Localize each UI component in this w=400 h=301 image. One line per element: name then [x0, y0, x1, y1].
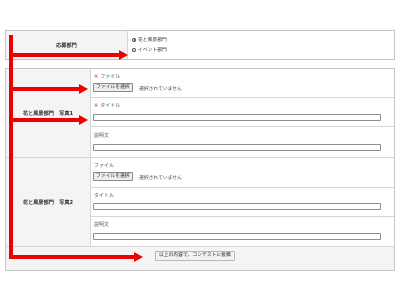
photo1-title-label: ※ タイトル: [94, 103, 121, 109]
annotation-arrow-trunk: [9, 35, 13, 258]
radio-button-selected[interactable]: [132, 37, 136, 42]
photo2-title-input[interactable]: [93, 203, 381, 210]
annotation-arrow-head: [79, 84, 88, 94]
annotation-arrow-shaft: [9, 255, 135, 259]
radio-button[interactable]: [132, 47, 136, 52]
annotation-arrow-head: [134, 252, 143, 262]
photo1-description-input[interactable]: [93, 144, 381, 151]
annotation-arrow-shaft: [9, 118, 80, 122]
annotation-arrow-shaft: [9, 87, 80, 91]
photo2-file-label: ファイル: [94, 163, 115, 169]
radio-option-event[interactable]: イベント部門: [132, 46, 167, 53]
annotation-arrow-head: [79, 115, 88, 125]
photo2-file-status: 選択されていません: [139, 176, 182, 181]
photo2-group-label: 花と風景部門 写真2: [22, 199, 74, 206]
photo2-description-input[interactable]: [93, 233, 381, 240]
photo1-title-input[interactable]: [93, 114, 381, 121]
photo1-file-status: 選択されていません: [139, 87, 182, 92]
photo2-description-label: 説明文: [94, 222, 110, 228]
photo1-file-button[interactable]: ファイルを選択: [93, 83, 133, 92]
submit-contest-button[interactable]: 以上の内容で、コンテストに投稿: [155, 251, 235, 261]
radio-option-flower[interactable]: 花と風景部門: [132, 36, 167, 43]
annotation-arrow-shaft: [9, 53, 120, 57]
photo1-description-label: 説明文: [94, 133, 110, 139]
annotation-arrow-head: [119, 50, 128, 60]
photo1-group-label: 花と風景部門 写真1: [22, 110, 74, 117]
category-options-cell: [128, 31, 394, 59]
radio-label: 花と風景部門: [138, 38, 167, 43]
radio-label: イベント部門: [138, 48, 167, 53]
photo1-file-label: ※ ファイル: [94, 74, 121, 80]
photo2-file-button[interactable]: ファイルを選択: [93, 172, 133, 181]
photo2-title-label: タイトル: [94, 193, 115, 199]
